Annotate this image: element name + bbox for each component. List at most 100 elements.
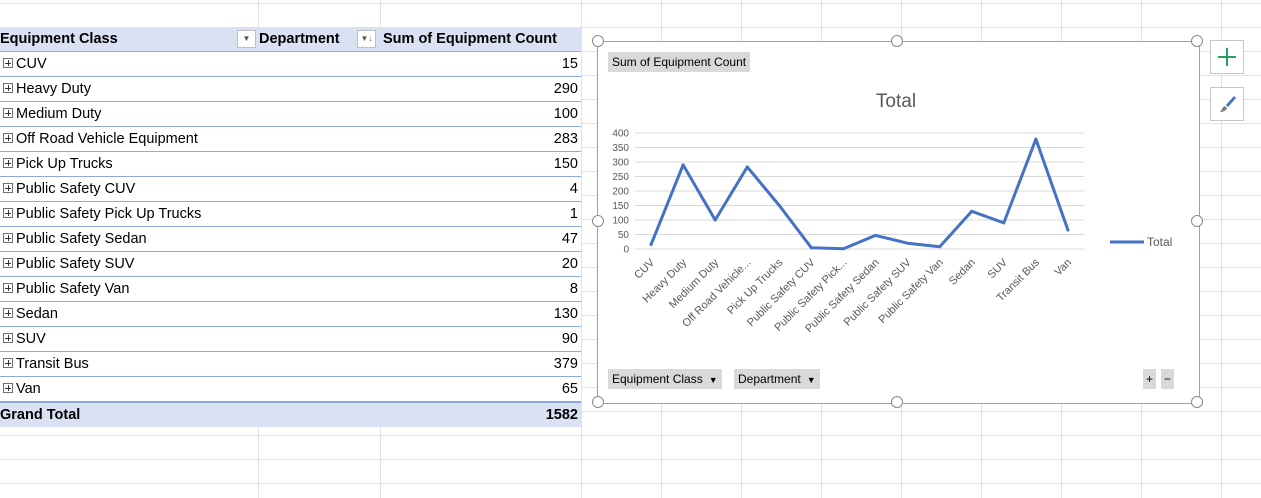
pivot-row[interactable]: Public Safety Pick Up Trucks 1: [0, 202, 581, 227]
col-field-label: Department: [259, 31, 340, 47]
data-point: [1034, 137, 1038, 141]
data-point: [938, 245, 942, 249]
pivot-chart[interactable]: Sum of Equipment Count Total 0 50 100 150 200…: [597, 41, 1200, 404]
department-cell: [259, 177, 379, 201]
x-tick-label: SUV: [985, 256, 1010, 281]
axis-field-button-equipment-class[interactable]: Equipment Class ▼: [608, 369, 722, 389]
data-point: [809, 246, 813, 250]
resize-handle-right[interactable]: [1191, 215, 1203, 227]
value-field-header[interactable]: Sum of Equipment Count: [380, 27, 578, 51]
pivot-row[interactable]: Sedan 130: [0, 302, 581, 327]
data-point: [1066, 228, 1070, 232]
row-field-header[interactable]: Equipment Class: [0, 27, 258, 51]
row-label: Transit Bus: [16, 356, 89, 372]
data-point: [970, 209, 974, 213]
axis-field-label: Department: [738, 372, 801, 386]
expand-icon[interactable]: [3, 83, 13, 94]
axis-field-button-department[interactable]: Department ▼: [734, 369, 820, 389]
pivot-row[interactable]: Van 65: [0, 377, 581, 402]
row-label-cell: Public Safety Van: [0, 277, 258, 301]
row-label-cell: Off Road Vehicle Equipment: [0, 127, 258, 151]
pivot-row[interactable]: CUV 15: [0, 52, 581, 77]
pivot-row[interactable]: Transit Bus 379: [0, 352, 581, 377]
row-label-cell: Heavy Duty: [0, 77, 258, 101]
row-value: 150: [553, 156, 578, 172]
pivot-row[interactable]: Medium Duty 100: [0, 102, 581, 127]
resize-handle-top-left[interactable]: [592, 35, 604, 47]
expand-icon[interactable]: [3, 258, 13, 269]
row-label: CUV: [16, 56, 47, 72]
row-value: 283: [553, 131, 578, 147]
row-label-cell: Van: [0, 377, 258, 401]
row-label-cell: CUV: [0, 52, 258, 76]
y-tick-label: 300: [612, 158, 629, 169]
department-cell: [259, 227, 379, 251]
resize-handle-top-right[interactable]: [1191, 35, 1203, 47]
pivot-row[interactable]: Public Safety CUV 4: [0, 177, 581, 202]
expand-icon[interactable]: [3, 233, 13, 244]
row-field-label: Equipment Class: [0, 31, 118, 47]
data-point: [841, 247, 845, 251]
row-value: 130: [553, 306, 578, 322]
row-label: Heavy Duty: [16, 81, 91, 97]
department-cell: [259, 152, 379, 176]
y-tick-label: 50: [618, 230, 630, 241]
pivot-row[interactable]: Public Safety SUV 20: [0, 252, 581, 277]
axis-field-label: Equipment Class: [612, 372, 703, 386]
paintbrush-icon: [1220, 96, 1236, 112]
expand-icon[interactable]: [3, 383, 13, 394]
expand-icon[interactable]: [3, 108, 13, 119]
data-point: [681, 163, 685, 167]
chart-styles-button[interactable]: [1210, 87, 1244, 121]
chart-title: Total: [876, 91, 916, 112]
plus-icon: [1218, 48, 1236, 66]
department-cell: [259, 252, 379, 276]
expand-icon[interactable]: [3, 283, 13, 294]
row-label-cell: Public Safety CUV: [0, 177, 258, 201]
pivot-row[interactable]: Pick Up Trucks 150: [0, 152, 581, 177]
expand-icon[interactable]: [3, 58, 13, 69]
col-field-sort-button[interactable]: ▼↓: [357, 30, 376, 48]
chevron-down-icon: ▼: [806, 375, 816, 385]
row-label-cell: Public Safety Pick Up Trucks: [0, 202, 258, 226]
row-label: Public Safety Pick Up Trucks: [16, 206, 202, 222]
row-label-cell: Public Safety SUV: [0, 252, 258, 276]
resize-handle-bottom-left[interactable]: [592, 396, 604, 408]
resize-handle-bottom-right[interactable]: [1191, 396, 1203, 408]
row-label: Medium Duty: [16, 106, 102, 122]
row-value: 20: [561, 256, 578, 272]
row-field-filter-button[interactable]: ▼: [237, 30, 256, 48]
row-value: 90: [561, 331, 578, 347]
department-cell: [259, 102, 379, 126]
expand-field-button[interactable]: +: [1143, 369, 1157, 389]
expand-icon[interactable]: [3, 358, 13, 369]
resize-handle-top[interactable]: [891, 35, 903, 47]
y-tick-label: 200: [612, 187, 629, 198]
pivot-header-row: Equipment Class ▼ Department ▼↓ Sum of E…: [0, 27, 581, 52]
expand-icon[interactable]: [3, 133, 13, 144]
expand-icon[interactable]: [3, 333, 13, 344]
expand-icon[interactable]: [3, 158, 13, 169]
pivot-row[interactable]: Public Safety Van 8: [0, 277, 581, 302]
resize-handle-left[interactable]: [592, 215, 604, 227]
department-cell: [259, 52, 379, 76]
pivot-row[interactable]: Public Safety Sedan 47: [0, 227, 581, 252]
pivot-row[interactable]: Heavy Duty 290: [0, 77, 581, 102]
expand-icon[interactable]: [3, 208, 13, 219]
department-cell: [259, 127, 379, 151]
row-value: 379: [553, 356, 578, 372]
row-label: Van: [16, 381, 41, 397]
expand-icon[interactable]: [3, 308, 13, 319]
grand-total-label: Grand Total: [0, 407, 81, 423]
x-tick-label: Sedan: [947, 257, 978, 288]
resize-handle-bottom[interactable]: [891, 396, 903, 408]
collapse-field-button[interactable]: −: [1161, 369, 1175, 389]
data-point: [713, 218, 717, 222]
chart-elements-button[interactable]: [1210, 40, 1244, 74]
pivot-row[interactable]: Off Road Vehicle Equipment 283: [0, 127, 581, 152]
expand-icon[interactable]: [3, 183, 13, 194]
pivot-row[interactable]: SUV 90: [0, 327, 581, 352]
row-label: Off Road Vehicle Equipment: [16, 131, 198, 147]
pivot-table: Equipment Class ▼ Department ▼↓ Sum of E…: [0, 27, 581, 427]
y-tick-label: 100: [612, 216, 629, 227]
